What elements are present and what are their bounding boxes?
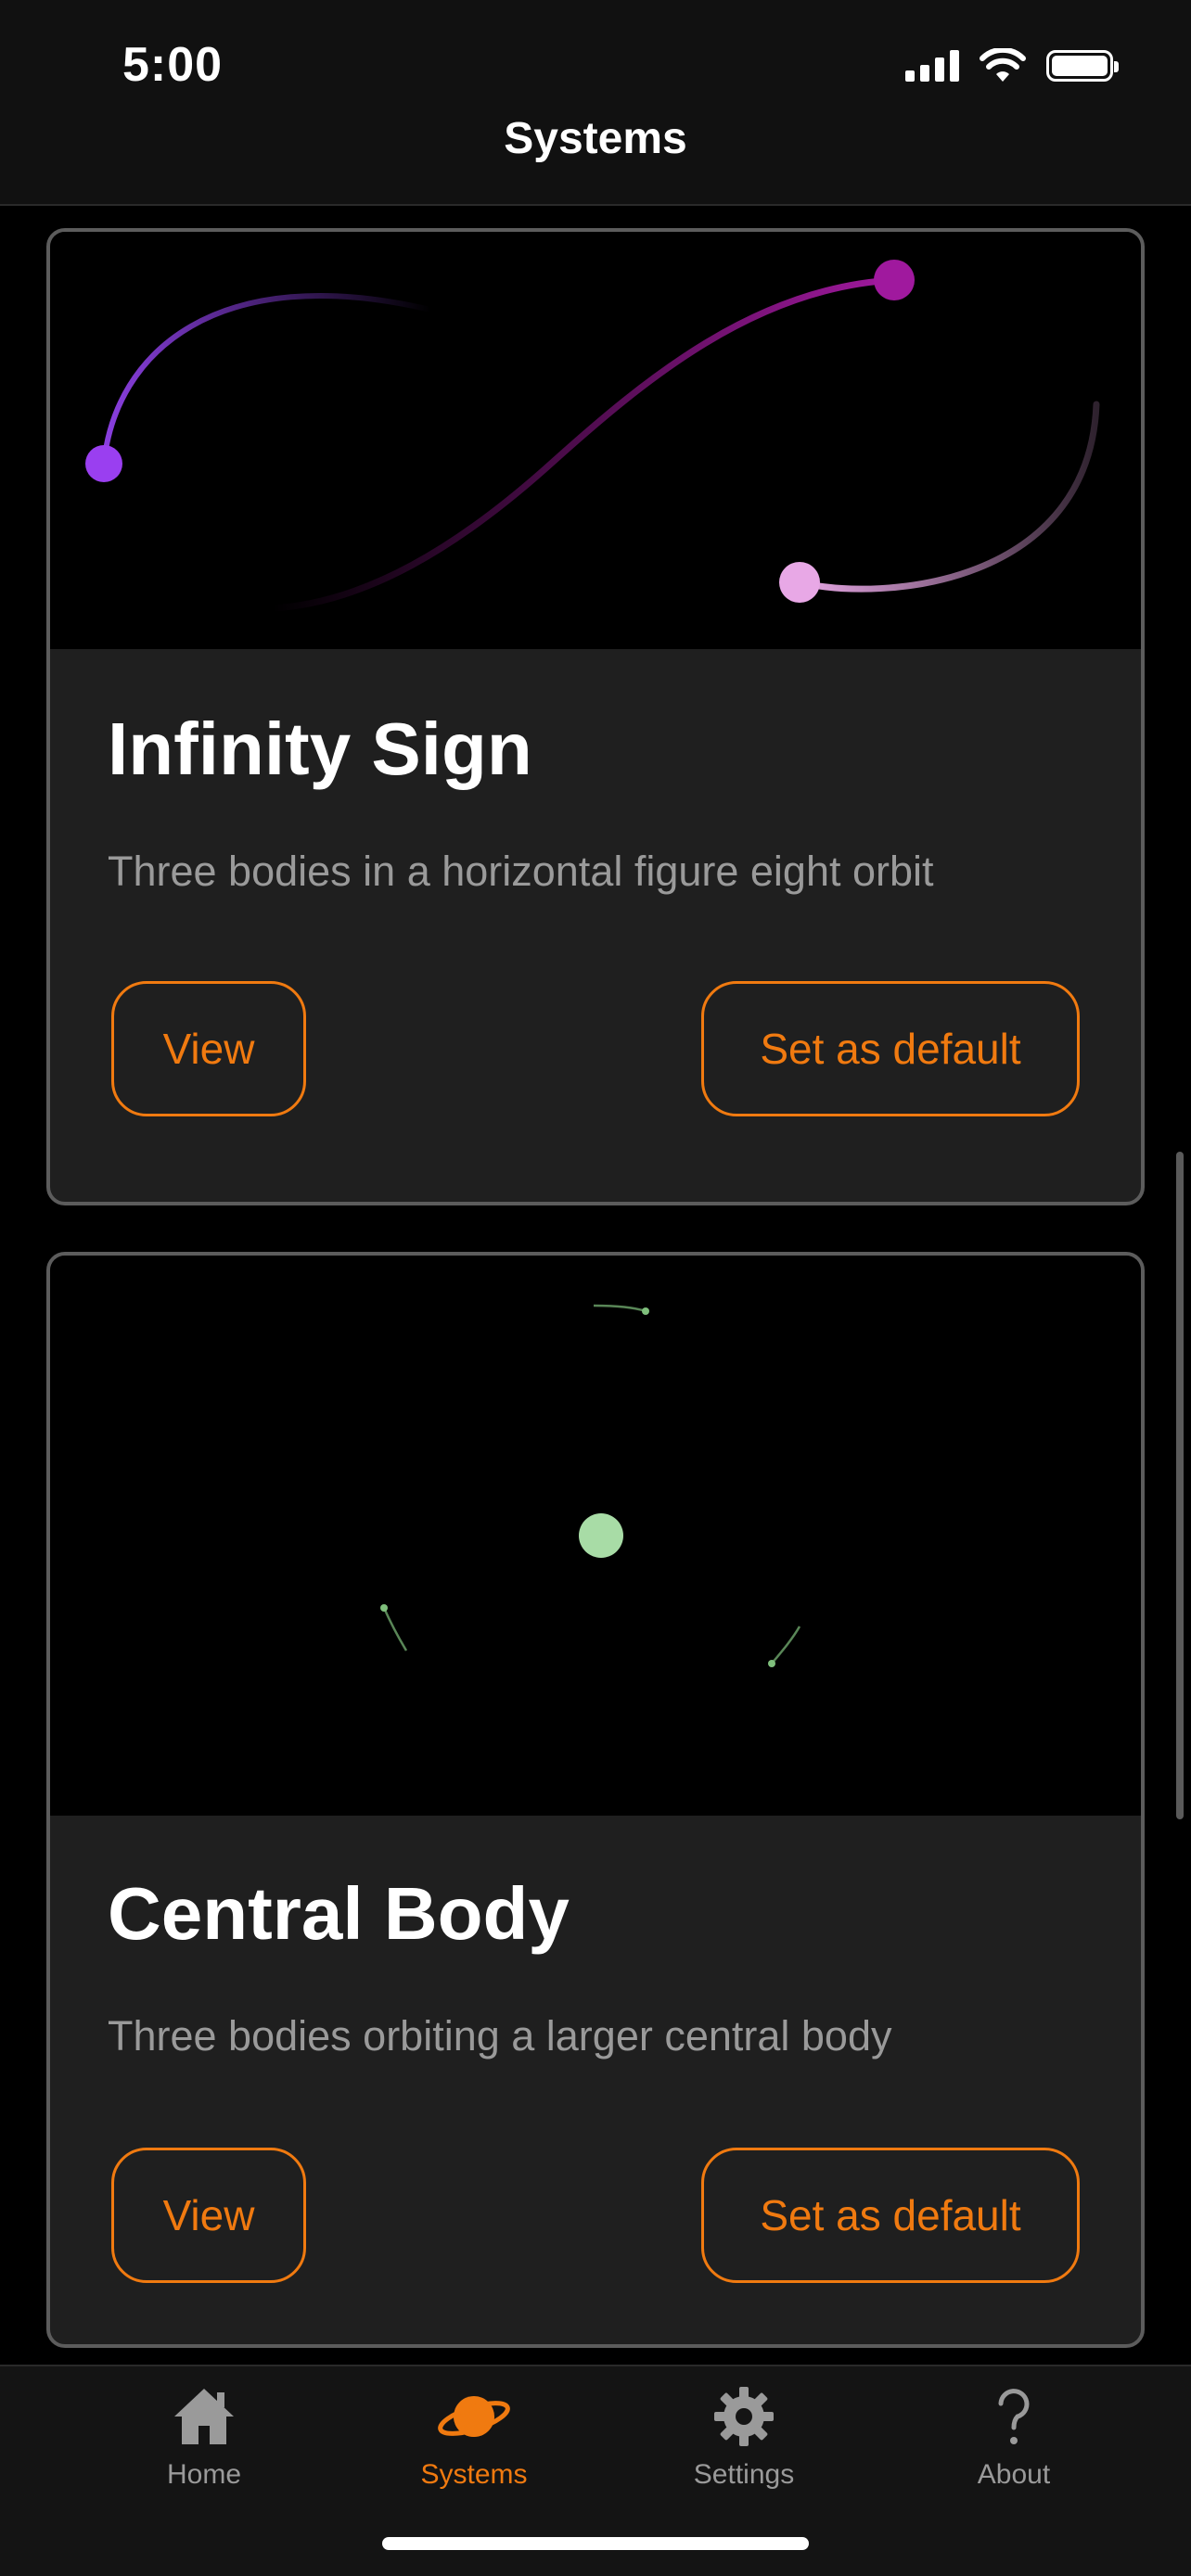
home-indicator[interactable]	[382, 2537, 809, 2550]
system-title: Central Body	[108, 1872, 570, 1955]
system-title: Infinity Sign	[108, 708, 532, 790]
view-button[interactable]: View	[111, 981, 306, 1116]
scrollbar[interactable]	[1176, 1152, 1184, 1819]
tab-systems[interactable]: Systems	[381, 2383, 567, 2491]
tab-label: Home	[166, 2459, 242, 2490]
system-description: Three bodies orbiting a larger central b…	[108, 2012, 892, 2060]
set-default-button[interactable]: Set as default	[701, 2148, 1080, 2283]
battery-icon	[1046, 50, 1119, 82]
status-icons	[905, 48, 1119, 83]
app-screen: 5:00 Systems Infinity Sign Three bodies …	[0, 0, 1191, 2576]
tab-home[interactable]: Home	[111, 2383, 297, 2491]
planet-icon	[438, 2396, 510, 2437]
page-title: Systems	[504, 114, 687, 163]
system-preview-image	[50, 232, 1141, 649]
tab-label: Systems	[420, 2459, 528, 2490]
wifi-icon	[980, 48, 1026, 82]
cellular-signal-icon	[905, 50, 959, 82]
tab-about[interactable]: About	[921, 2383, 1107, 2491]
orbit-preview-central	[380, 1304, 801, 1667]
question-icon	[998, 2389, 1030, 2444]
system-card-central-body: Central Body Three bodies orbiting a lar…	[46, 1252, 1145, 2348]
systems-list[interactable]: Infinity Sign Three bodies in a horizont…	[0, 206, 1191, 2365]
tab-label: About	[977, 2459, 1051, 2490]
tab-label: Settings	[693, 2459, 795, 2490]
orbit-preview-infinity	[85, 260, 1100, 612]
tab-settings[interactable]: Settings	[651, 2383, 837, 2491]
view-button[interactable]: View	[111, 2148, 306, 2283]
top-bar: 5:00 Systems	[0, 0, 1191, 206]
system-description: Three bodies in a horizontal figure eigh…	[108, 848, 934, 895]
status-time: 5:00	[122, 38, 224, 92]
system-preview-image	[50, 1256, 1141, 1816]
house-icon	[174, 2389, 234, 2444]
set-default-button[interactable]: Set as default	[701, 981, 1080, 1116]
gear-icon	[714, 2387, 774, 2446]
system-card-infinity-sign: Infinity Sign Three bodies in a horizont…	[46, 228, 1145, 1205]
